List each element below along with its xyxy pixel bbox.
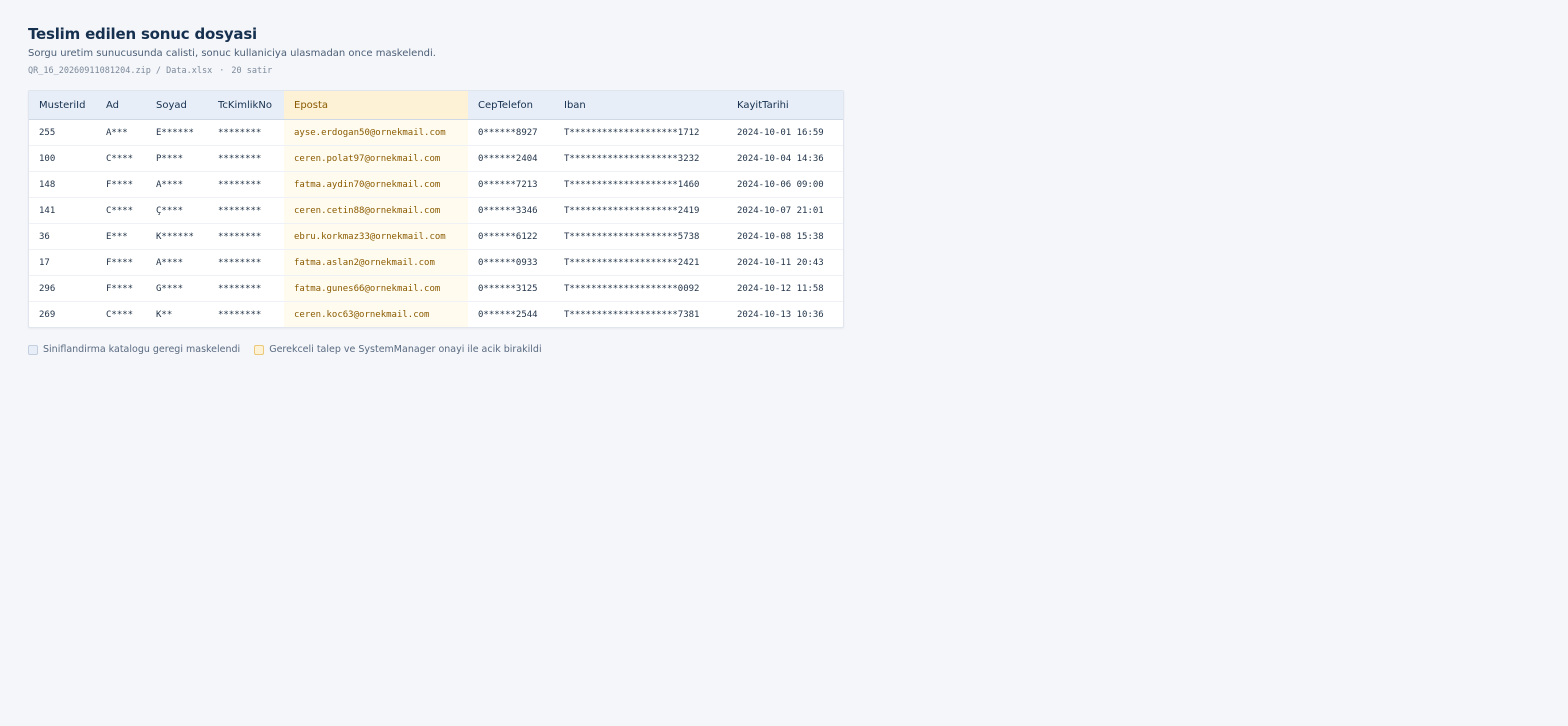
cell-soyad: K****** xyxy=(146,223,208,250)
open-swatch xyxy=(254,344,265,355)
legend-item-open: Gerekceli talep ve SystemManager onayi i… xyxy=(254,344,542,355)
cell-musteriid: 36 xyxy=(29,223,96,250)
cell-iban: T********************1460 xyxy=(554,171,727,198)
cell-iban: T********************5738 xyxy=(554,223,727,250)
cell-eposta: ceren.cetin88@ornekmail.com xyxy=(284,197,468,224)
cell-iban: T********************2421 xyxy=(554,249,727,276)
cell-ceptelefon: 0******2404 xyxy=(468,145,554,172)
cell-ceptelefon: 0******7213 xyxy=(468,171,554,198)
cell-eposta: ebru.korkmaz33@ornekmail.com xyxy=(284,223,468,250)
cell-kayittarihi: 2024-10-01 16:59 xyxy=(727,119,843,146)
cell-ad: E*** xyxy=(96,223,146,250)
cell-musteriid: 255 xyxy=(29,119,96,146)
cell-kayittarihi: 2024-10-06 09:00 xyxy=(727,171,843,198)
cell-soyad: G**** xyxy=(146,275,208,302)
legend-label-masked: Siniflandirma katalogu geregi maskelendi xyxy=(43,344,241,355)
column-header-tckimlikno[interactable]: TcKimlikNo xyxy=(208,91,284,120)
result-table: MusteriId Ad Soyad TcKimlikNo Eposta Cep… xyxy=(29,91,843,327)
cell-ceptelefon: 0******2544 xyxy=(478,309,538,320)
table-row: 148 F**** A**** ******** fatma.aydin70@o… xyxy=(29,171,843,198)
cell-kayittarihi: 2024-10-12 11:58 xyxy=(727,275,843,302)
cell-tckimlikno: ******** xyxy=(208,197,284,224)
cell-iban: T********************0092 xyxy=(554,275,727,302)
cell-soyad: P**** xyxy=(146,145,208,172)
column-header-ceptelefon[interactable]: CepTelefon xyxy=(468,91,554,120)
cell-soyad: K** xyxy=(156,309,173,320)
cell-ad: F**** xyxy=(96,171,146,198)
cell-iban: T********************7381 xyxy=(564,309,700,320)
column-header-eposta[interactable]: Eposta xyxy=(284,91,468,120)
table-row: 269 C**** K** ******** ceren.koc63@ornek… xyxy=(29,301,843,327)
cell-musteriid: 100 xyxy=(29,145,96,172)
column-header-ad[interactable]: Ad xyxy=(96,91,146,120)
result-file-panel: Teslim edilen sonuc dosyasi Sorgu uretim… xyxy=(28,22,844,355)
cell-ad: F**** xyxy=(96,275,146,302)
cell-iban: T********************1712 xyxy=(554,119,727,146)
cell-eposta: ceren.polat97@ornekmail.com xyxy=(284,145,468,172)
table-row: 255 A*** E****** ******** ayse.erdogan50… xyxy=(29,119,843,146)
cell-tckimlikno: ******** xyxy=(208,145,284,172)
cell-musteriid: 148 xyxy=(29,171,96,198)
column-header-soyad[interactable]: Soyad xyxy=(146,91,208,120)
cell-tckimlikno: ******** xyxy=(218,309,262,320)
column-header-kayittarihi[interactable]: KayitTarihi xyxy=(727,91,843,120)
cell-tckimlikno: ******** xyxy=(208,249,284,276)
file-meta: QR_16_20260911081204.zip / Data.xlsx · 20 … xyxy=(28,64,842,78)
page-subtitle: Sorgu uretim sunucusunda calisti, sonuc … xyxy=(28,48,436,59)
cell-ad: F**** xyxy=(96,249,146,276)
cell-ceptelefon: 0******3346 xyxy=(468,197,554,224)
cell-ad: C**** xyxy=(96,197,146,224)
cell-ceptelefon: 0******8927 xyxy=(468,119,554,146)
cell-soyad: A**** xyxy=(146,171,208,198)
meta-separator: · xyxy=(219,66,225,76)
cell-kayittarihi: 2024-10-04 14:36 xyxy=(727,145,843,172)
cell-eposta: fatma.gunes66@ornekmail.com xyxy=(284,275,468,302)
cell-ad: C**** xyxy=(106,309,134,320)
legend-label-open: Gerekceli talep ve SystemManager onayi i… xyxy=(269,344,542,355)
result-table-container: MusteriId Ad Soyad TcKimlikNo Eposta Cep… xyxy=(28,90,844,328)
cell-eposta: fatma.aslan2@ornekmail.com xyxy=(284,249,468,276)
cell-musteriid: 296 xyxy=(29,275,96,302)
cell-soyad: A**** xyxy=(146,249,208,276)
cell-musteriid: 269 xyxy=(39,309,56,320)
file-path: QR_16_20260911081204.zip / Data.xlsx xyxy=(28,66,213,76)
legend: Siniflandirma katalogu geregi maskelendi… xyxy=(28,344,556,355)
cell-iban: T********************2419 xyxy=(554,197,727,224)
cell-kayittarihi: 2024-10-13 10:36 xyxy=(737,309,824,320)
table-row: 141 C**** Ç**** ******** ceren.cetin88@o… xyxy=(29,197,843,224)
cell-kayittarihi: 2024-10-08 15:38 xyxy=(727,223,843,250)
cell-eposta: ceren.koc63@ornekmail.com xyxy=(284,301,468,327)
cell-tckimlikno: ******** xyxy=(208,119,284,146)
cell-ad: C**** xyxy=(96,145,146,172)
cell-tckimlikno: ******** xyxy=(208,223,284,250)
cell-musteriid: 141 xyxy=(29,197,96,224)
cell-eposta: fatma.aydin70@ornekmail.com xyxy=(284,171,468,198)
table-row: 17 F**** A**** ******** fatma.aslan2@orn… xyxy=(29,249,843,276)
cell-eposta: ayse.erdogan50@ornekmail.com xyxy=(284,119,468,146)
page-title: Teslim edilen sonuc dosyasi xyxy=(28,25,257,43)
table-row: 296 F**** G**** ******** fatma.gunes66@o… xyxy=(29,275,843,302)
column-header-musteriid[interactable]: MusteriId xyxy=(29,91,96,120)
cell-musteriid: 17 xyxy=(29,249,96,276)
cell-ceptelefon: 0******6122 xyxy=(468,223,554,250)
legend-item-masked: Siniflandirma katalogu geregi maskelendi xyxy=(28,344,240,355)
table-header-row: MusteriId Ad Soyad TcKimlikNo Eposta Cep… xyxy=(29,91,843,120)
cell-kayittarihi: 2024-10-07 21:01 xyxy=(727,197,843,224)
table-row: 36 E*** K****** ******** ebru.korkmaz33@… xyxy=(29,223,843,250)
masked-swatch xyxy=(28,344,38,355)
cell-ceptelefon: 0******0933 xyxy=(468,249,554,276)
cell-ad: A*** xyxy=(96,119,146,146)
cell-soyad: E****** xyxy=(146,119,208,146)
cell-soyad: Ç**** xyxy=(146,197,208,224)
row-count: 20 satir xyxy=(231,66,273,76)
cell-tckimlikno: ******** xyxy=(208,275,284,302)
table-row: 100 C**** P**** ******** ceren.polat97@o… xyxy=(29,145,843,172)
cell-iban: T********************3232 xyxy=(554,145,727,172)
column-header-iban[interactable]: Iban xyxy=(554,91,727,120)
cell-ceptelefon: 0******3125 xyxy=(468,275,554,302)
cell-tckimlikno: ******** xyxy=(208,171,284,198)
cell-kayittarihi: 2024-10-11 20:43 xyxy=(727,249,843,276)
